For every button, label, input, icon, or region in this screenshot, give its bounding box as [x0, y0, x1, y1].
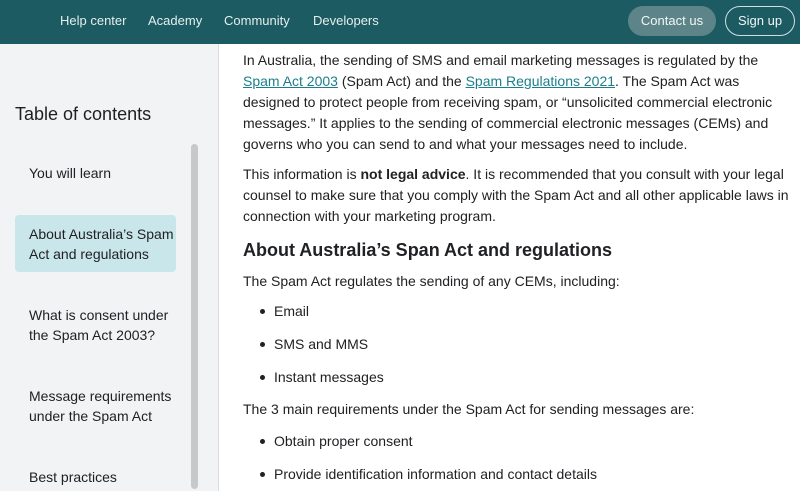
nav-link-academy[interactable]: Academy — [148, 13, 202, 28]
nav-link-community[interactable]: Community — [224, 13, 290, 28]
nav-link-help-center[interactable]: Help center — [60, 13, 126, 28]
contact-us-button[interactable]: Contact us — [628, 6, 716, 36]
toc-item-message-requirements[interactable]: Message requirements under the Spam Act — [29, 386, 179, 426]
toc-item-consent[interactable]: What is consent under the Spam Act 2003? — [29, 305, 179, 345]
list-item: SMS and MMS — [243, 334, 798, 354]
requirements-intro-paragraph: The 3 main requirements under the Spam A… — [243, 401, 695, 417]
sign-up-button[interactable]: Sign up — [725, 6, 795, 36]
table-of-contents-sidebar: Table of contents You will learn About A… — [0, 44, 219, 491]
intro-text-2: (Spam Act) and the — [337, 73, 466, 89]
spam-act-2003-link[interactable]: Spam Act 2003 — [243, 73, 338, 89]
article-content: In Australia, the sending of SMS and ema… — [243, 50, 798, 484]
spam-regulations-2021-link[interactable]: Spam Regulations 2021 — [466, 73, 615, 89]
requirements-list: Obtain proper consent Provide identifica… — [243, 431, 798, 484]
list-item: Provide identification information and c… — [243, 464, 798, 484]
list-item: Email — [243, 301, 798, 321]
sidebar-scrollbar[interactable] — [191, 144, 198, 489]
legal-text-bold: not legal advice — [360, 166, 466, 182]
intro-text-1: In Australia, the sending of SMS and ema… — [243, 52, 759, 68]
intro-paragraph: In Australia, the sending of SMS and ema… — [243, 50, 798, 155]
legal-text-1: This information is — [243, 166, 361, 182]
toc-item-best-practices[interactable]: Best practices — [29, 467, 179, 487]
list-item: Instant messages — [243, 367, 798, 387]
legal-notice-paragraph: This information is not legal advice. It… — [243, 164, 798, 227]
toc-item-you-will-learn[interactable]: You will learn — [29, 163, 179, 183]
cem-intro-paragraph: The Spam Act regulates the sending of an… — [243, 273, 620, 289]
toc-title: Table of contents — [15, 104, 152, 124]
list-item: Obtain proper consent — [243, 431, 798, 451]
nav-link-developers[interactable]: Developers — [313, 13, 379, 28]
top-navigation-bar: Help center Academy Community Developers… — [0, 0, 800, 44]
section-heading: About Australia’s Span Act and regulatio… — [243, 240, 613, 260]
cem-types-list: Email SMS and MMS Instant messages — [243, 301, 798, 387]
toc-item-about-spam-act[interactable]: About Australia’s Spam Act and regulatio… — [29, 224, 179, 264]
